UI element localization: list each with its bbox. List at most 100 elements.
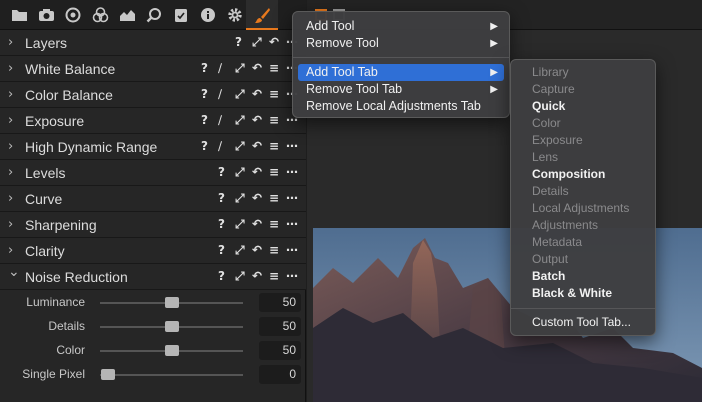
folder-icon[interactable] [10, 6, 28, 24]
tool-name: Layers [25, 35, 68, 51]
tab-option-black-white[interactable]: Black & White [532, 285, 612, 302]
reset-icon[interactable]: ↶ [269, 35, 279, 49]
tool-row-high-dynamic-range[interactable]: › High Dynamic Range ⋯ ≡ ↶ ⤢ ∕? [0, 134, 306, 160]
slider-value-field[interactable]: 0 [259, 365, 301, 384]
menu-item-add-tool[interactable]: Add Tool ▶ [298, 18, 504, 35]
help-icon[interactable]: ? [218, 243, 225, 257]
slider-thumb[interactable] [164, 297, 179, 308]
reset-icon[interactable]: ↶ [252, 269, 262, 283]
auto-adjust-icon[interactable]: ∕ [218, 113, 222, 127]
chevron-right-icon[interactable]: › [8, 87, 13, 102]
presets-icon[interactable]: ≡ [269, 217, 279, 231]
chevron-right-icon[interactable]: › [8, 191, 13, 206]
help-icon[interactable]: ? [218, 191, 225, 205]
slider-thumb[interactable] [164, 345, 179, 356]
slider-thumb[interactable] [101, 369, 115, 380]
brush-icon[interactable] [253, 6, 271, 24]
more-icon[interactable]: ⋯ [286, 165, 298, 179]
chevron-right-icon[interactable]: › [8, 113, 13, 128]
info-icon[interactable] [199, 6, 217, 24]
presets-icon[interactable]: ≡ [269, 191, 279, 205]
chevron-down-icon[interactable]: ⌄ [8, 264, 20, 280]
presets-icon[interactable]: ≡ [269, 269, 279, 283]
auto-adjust-icon[interactable]: ∕ [218, 61, 222, 75]
tool-row-white-balance[interactable]: ›White Balance⋯≡↶⤢∕? [0, 56, 306, 82]
slider-luminance: Luminance 50 [0, 291, 306, 315]
exposure-icon[interactable] [118, 6, 136, 24]
slider-track[interactable] [100, 374, 243, 376]
help-icon[interactable]: ? [201, 87, 208, 101]
more-icon[interactable]: ⋯ [286, 217, 298, 231]
slider-value-field[interactable]: 50 [259, 293, 301, 312]
help-icon[interactable]: ? [201, 113, 208, 127]
color-balance-icon[interactable] [91, 6, 109, 24]
slider-value-field[interactable]: 50 [259, 341, 301, 360]
reset-icon[interactable]: ↶ [252, 139, 262, 153]
reset-icon[interactable]: ↶ [252, 243, 262, 257]
tool-row-sharpening[interactable]: › Sharpening ⋯ ≡ ↶ ⤢? [0, 212, 306, 238]
copy-apply-icon[interactable]: ⤢ [235, 139, 245, 154]
tool-row-clarity[interactable]: › Clarity ⋯ ≡ ↶ ⤢? [0, 238, 306, 264]
copy-apply-icon[interactable]: ⤢ [235, 113, 245, 128]
presets-icon[interactable]: ≡ [269, 165, 279, 179]
presets-icon[interactable]: ≡ [269, 61, 279, 75]
auto-adjust-icon[interactable]: ∕ [218, 139, 222, 153]
more-icon[interactable]: ⋯ [286, 139, 298, 153]
reset-icon[interactable]: ↶ [252, 61, 262, 75]
gear-icon[interactable] [226, 6, 244, 24]
presets-icon[interactable]: ≡ [269, 243, 279, 257]
search-icon[interactable] [145, 6, 163, 24]
chevron-right-icon[interactable]: › [8, 139, 13, 154]
more-icon[interactable]: ⋯ [286, 243, 298, 257]
copy-apply-icon[interactable]: ⤢ [235, 61, 245, 76]
reset-icon[interactable]: ↶ [252, 165, 262, 179]
help-icon[interactable]: ? [201, 139, 208, 153]
slider-thumb[interactable] [164, 321, 179, 332]
menu-item-remove-local-adjustments-tab[interactable]: Remove Local Adjustments Tab [298, 98, 504, 115]
chevron-right-icon[interactable]: › [8, 217, 13, 232]
menu-item-remove-tool[interactable]: Remove Tool ▶ [298, 35, 504, 52]
chevron-right-icon[interactable]: › [8, 165, 13, 180]
auto-adjust-icon[interactable]: ∕ [218, 87, 222, 101]
tool-row-noise-reduction[interactable]: ⌄ Noise Reduction ⋯ ≡ ↶ ⤢? [0, 264, 306, 290]
help-icon[interactable]: ? [218, 217, 225, 231]
copy-apply-icon[interactable]: ⤢ [235, 165, 245, 180]
custom-tool-tab-item[interactable]: Custom Tool Tab... [532, 314, 631, 331]
copy-apply-icon[interactable]: ⤢ [235, 217, 245, 232]
tool-row-curve[interactable]: › Curve ⋯ ≡ ↶ ⤢? [0, 186, 306, 212]
presets-icon[interactable]: ≡ [269, 113, 279, 127]
checklist-icon[interactable] [172, 6, 190, 24]
reset-icon[interactable]: ↶ [252, 217, 262, 231]
help-icon[interactable]: ? [235, 35, 242, 49]
copy-apply-icon[interactable]: ⤢ [252, 35, 262, 50]
copy-apply-icon[interactable]: ⤢ [235, 243, 245, 258]
reset-icon[interactable]: ↶ [252, 113, 262, 127]
more-icon[interactable]: ⋯ [286, 191, 298, 205]
slider-value-field[interactable]: 50 [259, 317, 301, 336]
help-icon[interactable]: ? [218, 269, 225, 283]
tool-row-levels[interactable]: › Levels ⋯ ≡ ↶ ⤢? [0, 160, 306, 186]
tab-option-quick[interactable]: Quick [532, 98, 565, 115]
tool-row-exposure[interactable]: › Exposure ⋯ ≡ ↶ ⤢ ∕? [0, 108, 306, 134]
help-icon[interactable]: ? [201, 61, 208, 75]
tool-row-color-balance[interactable]: ›Color Balance⋯≡↶⤢∕? [0, 82, 306, 108]
menu-item-add-tool-tab[interactable]: Add Tool Tab ▶ [298, 64, 504, 81]
color-icon[interactable] [64, 6, 82, 24]
camera-icon[interactable] [37, 6, 55, 24]
reset-icon[interactable]: ↶ [252, 87, 262, 101]
tool-row-layers[interactable]: ›Layers⋯↶⤢? [0, 30, 306, 56]
presets-icon[interactable]: ≡ [269, 87, 279, 101]
more-icon[interactable]: ⋯ [286, 269, 298, 283]
copy-apply-icon[interactable]: ⤢ [235, 269, 245, 284]
presets-icon[interactable]: ≡ [269, 139, 279, 153]
chevron-right-icon[interactable]: › [8, 35, 13, 50]
menu-item-remove-tool-tab[interactable]: Remove Tool Tab ▶ [298, 81, 504, 98]
reset-icon[interactable]: ↶ [252, 191, 262, 205]
help-icon[interactable]: ? [218, 165, 225, 179]
tab-option-batch[interactable]: Batch [532, 268, 565, 285]
chevron-right-icon[interactable]: › [8, 243, 13, 258]
copy-apply-icon[interactable]: ⤢ [235, 191, 245, 206]
tab-option-composition[interactable]: Composition [532, 166, 605, 183]
copy-apply-icon[interactable]: ⤢ [235, 87, 245, 102]
chevron-right-icon[interactable]: › [8, 61, 13, 76]
